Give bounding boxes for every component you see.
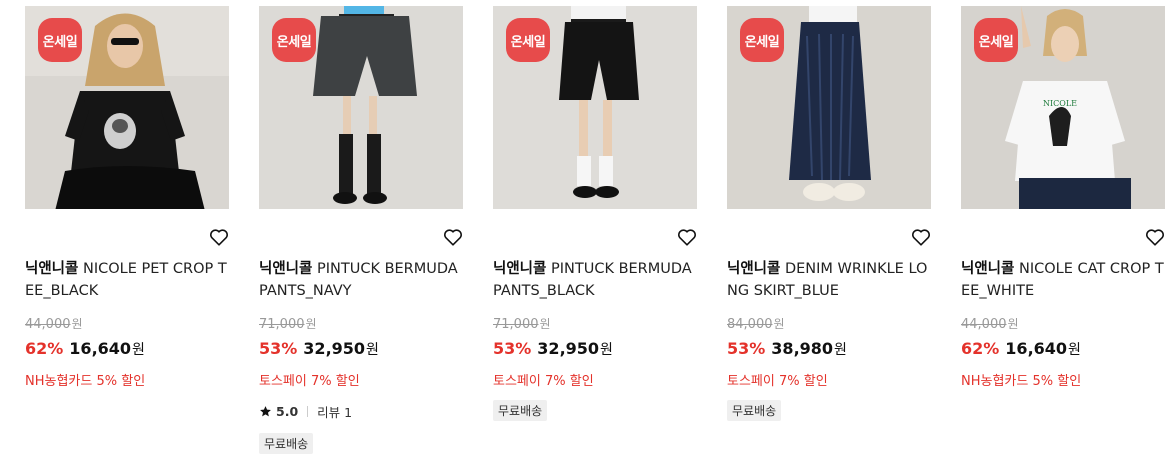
original-price-value: 44,000 — [25, 317, 71, 332]
product-image[interactable]: NICOLE 온세일 — [961, 6, 1165, 209]
sale-price-value: 32,950 — [303, 339, 366, 358]
product-grid: 온세일 닉앤니콜 NICOLE PET CROP TEE_BLACK 44,00… — [0, 0, 1171, 459]
promo-text: 토스페이 7% 할인 — [493, 374, 594, 389]
brand-name: 닉앤니콜 — [493, 261, 547, 277]
heart-outline-icon[interactable] — [910, 226, 932, 248]
rating-score: 5.0 — [276, 404, 299, 419]
promo-text: NH농협카드 5% 할인 — [961, 374, 1082, 389]
promo-text: 토스페이 7% 할인 — [727, 374, 828, 389]
original-price-value: 71,000 — [259, 317, 305, 332]
sale-price-value: 32,950 — [537, 339, 600, 358]
heart-outline-icon[interactable] — [676, 226, 698, 248]
brand-name: 닉앤니콜 — [727, 261, 781, 277]
product-image[interactable]: 온세일 — [727, 6, 931, 209]
discount-rate: 53% — [727, 339, 766, 358]
currency-label: 원 — [539, 317, 551, 331]
brand-name: 닉앤니콜 — [25, 261, 79, 277]
brand-name: 닉앤니콜 — [961, 261, 1015, 277]
divider — [307, 406, 309, 417]
brand-name: 닉앤니콜 — [259, 261, 313, 277]
product-title[interactable]: 닉앤니콜 NICOLE PET CROP TEE_BLACK — [25, 258, 229, 302]
discount-rate: 53% — [493, 339, 532, 358]
free-shipping-tag: 무료배송 — [493, 400, 548, 421]
on-sale-badge: 온세일 — [506, 18, 550, 62]
currency-label: 원 — [71, 317, 83, 331]
discount-rate: 62% — [961, 339, 1000, 358]
heart-outline-icon[interactable] — [208, 226, 230, 248]
currency-label: 원 — [366, 342, 379, 358]
currency-label: 원 — [600, 342, 613, 358]
product-title[interactable]: 닉앤니콜 PINTUCK BERMUDA PANTS_NAVY — [259, 258, 463, 302]
promo-text: NH농협카드 5% 할인 — [25, 374, 146, 389]
product-image[interactable]: 온세일 — [259, 6, 463, 209]
currency-label: 원 — [305, 317, 317, 331]
product-image[interactable]: 온세일 — [493, 6, 697, 209]
original-price-value: 71,000 — [493, 317, 539, 332]
original-price-value: 84,000 — [727, 317, 773, 332]
star-icon — [260, 406, 271, 417]
original-price: 44,000원 — [961, 315, 1019, 332]
currency-label: 원 — [1007, 317, 1019, 331]
sale-price-value: 16,640 — [1005, 339, 1068, 358]
review-count[interactable]: 리뷰 1 — [317, 402, 352, 421]
original-price-value: 44,000 — [961, 317, 1007, 332]
promo-text: 토스페이 7% 할인 — [259, 374, 360, 389]
free-shipping-tag: 무료배송 — [259, 433, 314, 454]
product-image[interactable]: 온세일 — [25, 6, 229, 209]
heart-outline-icon[interactable] — [1144, 226, 1166, 248]
original-price: 71,000원 — [493, 315, 551, 332]
on-sale-badge: 온세일 — [38, 18, 82, 62]
sale-price: 53% 32,950원 — [493, 339, 613, 359]
currency-label: 원 — [773, 317, 785, 331]
original-price: 84,000원 — [727, 315, 785, 332]
product-card[interactable]: 온세일 닉앤니콜 NICOLE PET CROP TEE_BLACK 44,00… — [25, 0, 230, 389]
product-card[interactable]: 온세일 닉앤니콜 PINTUCK BERMUDA PANTS_NAVY 71,0… — [259, 0, 464, 454]
svg-text:NICOLE: NICOLE — [1043, 99, 1077, 108]
currency-label: 원 — [1068, 342, 1081, 358]
product-title[interactable]: 닉앤니콜 DENIM WRINKLE LONG SKIRT_BLUE — [727, 258, 931, 302]
original-price: 71,000원 — [259, 315, 317, 332]
currency-label: 원 — [834, 342, 847, 358]
free-shipping-tag: 무료배송 — [727, 400, 782, 421]
sale-price: 62% 16,640원 — [961, 339, 1081, 359]
on-sale-badge: 온세일 — [740, 18, 784, 62]
product-card[interactable]: 온세일 닉앤니콜 DENIM WRINKLE LONG SKIRT_BLUE 8… — [727, 0, 932, 421]
on-sale-badge: 온세일 — [272, 18, 316, 62]
product-title[interactable]: 닉앤니콜 PINTUCK BERMUDA PANTS_BLACK — [493, 258, 697, 302]
discount-rate: 53% — [259, 339, 298, 358]
sale-price: 53% 32,950원 — [259, 339, 379, 359]
product-card[interactable]: NICOLE 온세일 닉앤니콜 NICOLE CAT CROP TEE_WHIT… — [961, 0, 1166, 389]
product-title[interactable]: 닉앤니콜 NICOLE CAT CROP TEE_WHITE — [961, 258, 1165, 302]
sale-price-value: 38,980 — [771, 339, 834, 358]
rating-summary: 5.0 리뷰 1 — [259, 402, 352, 421]
heart-outline-icon[interactable] — [442, 226, 464, 248]
on-sale-badge: 온세일 — [974, 18, 1018, 62]
sale-price-value: 16,640 — [69, 339, 132, 358]
discount-rate: 62% — [25, 339, 64, 358]
sale-price: 53% 38,980원 — [727, 339, 847, 359]
original-price: 44,000원 — [25, 315, 83, 332]
sale-price: 62% 16,640원 — [25, 339, 145, 359]
currency-label: 원 — [132, 342, 145, 358]
product-card[interactable]: 온세일 닉앤니콜 PINTUCK BERMUDA PANTS_BLACK 71,… — [493, 0, 698, 421]
